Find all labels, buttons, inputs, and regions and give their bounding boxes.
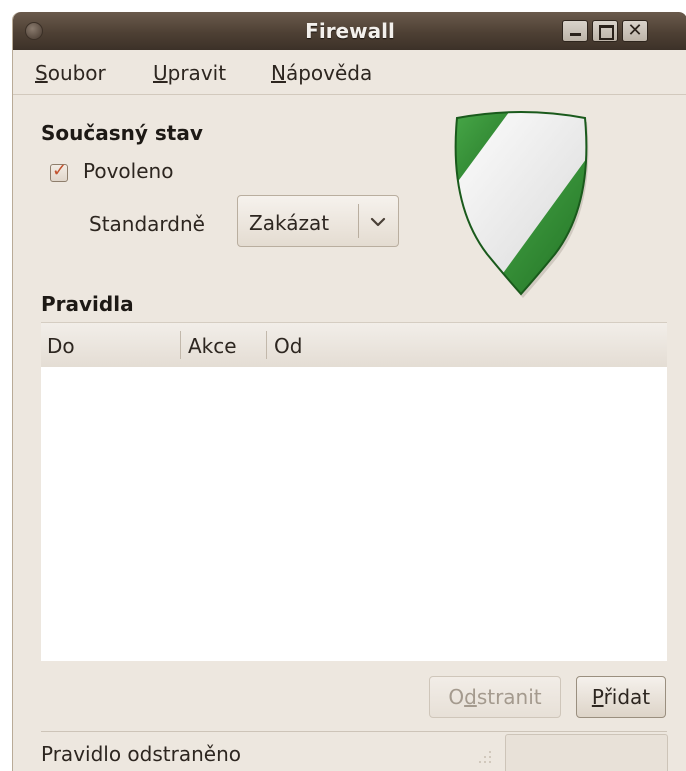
close-button[interactable]: ✕ <box>622 20 648 42</box>
menu-bar: Soubor Upravit Nápověda <box>13 50 686 95</box>
checkmark-icon: ✓ <box>52 160 68 181</box>
statusbar-divider <box>41 731 667 732</box>
combo-separator <box>358 204 359 238</box>
close-icon: ✕ <box>627 20 643 41</box>
add-rule-button[interactable]: Přidat <box>576 676 666 718</box>
title-bar[interactable]: Firewall ✕ <box>13 12 686 50</box>
maximize-button[interactable] <box>592 20 618 42</box>
menu-soubor[interactable]: Soubor <box>35 61 106 85</box>
remove-rule-button[interactable]: Odstranit <box>429 676 561 718</box>
enabled-label[interactable]: Povoleno <box>83 159 173 183</box>
column-header-do[interactable]: Do <box>47 334 75 358</box>
rules-table-body[interactable] <box>41 367 667 661</box>
column-header-akce[interactable]: Akce <box>188 334 237 358</box>
rules-table-header: Do Akce Od <box>41 322 667 368</box>
default-policy-value: Zakázat <box>249 211 330 235</box>
status-message: Pravidlo odstraněno <box>41 742 241 766</box>
maximize-icon <box>599 25 614 40</box>
column-header-od[interactable]: Od <box>274 334 302 358</box>
column-separator[interactable] <box>266 331 267 359</box>
default-policy-select[interactable]: Zakázat <box>237 195 399 247</box>
menu-upravit[interactable]: Upravit <box>153 61 226 85</box>
minimize-button[interactable] <box>562 20 588 42</box>
shield-icon <box>454 111 589 298</box>
current-state-heading: Současný stav <box>41 121 203 145</box>
column-separator[interactable] <box>180 331 181 359</box>
default-policy-label: Standardně <box>89 212 205 236</box>
rules-heading: Pravidla <box>41 292 134 316</box>
chevron-down-icon <box>370 217 386 227</box>
resize-grip-icon[interactable] <box>475 742 493 768</box>
minimize-icon <box>570 33 581 36</box>
firewall-window: Firewall ✕ Soubor Upravit Nápověda Souča… <box>12 12 686 771</box>
status-panel <box>505 734 668 771</box>
enabled-checkbox[interactable]: ✓ <box>50 160 68 182</box>
menu-napoveda[interactable]: Nápověda <box>271 61 372 85</box>
